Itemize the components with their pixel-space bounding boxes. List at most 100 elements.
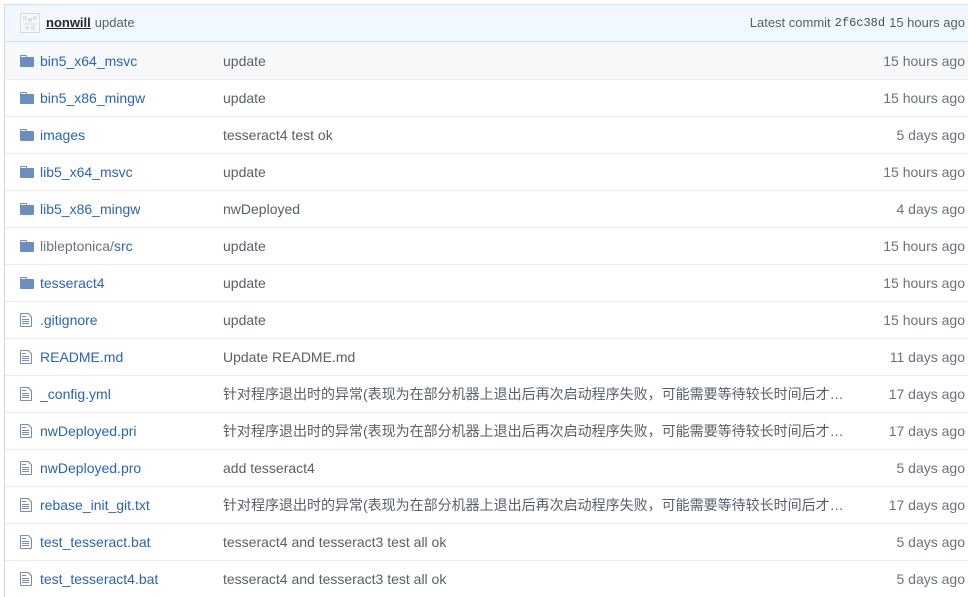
file-name-link[interactable]: _config.yml <box>40 386 111 402</box>
folder-icon <box>20 238 40 254</box>
file-name-link[interactable]: tesseract4 <box>40 275 105 291</box>
commit-message-link[interactable]: update <box>223 238 266 254</box>
file-icon <box>20 571 40 587</box>
file-name-link[interactable]: lib5_x86_mingw <box>40 201 140 217</box>
commit-sha-link[interactable]: 2f6c38d <box>835 14 885 32</box>
author-avatar[interactable] <box>20 13 40 33</box>
name-cell: lib5_x64_msvc <box>40 162 223 182</box>
message-cell: update <box>223 236 845 256</box>
file-row[interactable]: bin5_x86_mingw update 15 hours ago <box>5 79 968 116</box>
file-row[interactable]: rebase_init_git.txt 针对程序退出时的异常(表现为在部分机器上退… <box>5 486 968 523</box>
folder-icon <box>20 201 40 217</box>
commit-age: 15 hours ago <box>883 90 965 106</box>
file-row[interactable]: lib5_x86_mingw nwDeployed 4 days ago <box>5 190 968 227</box>
file-row[interactable]: nwDeployed.pri 针对程序退出时的异常(表现为在部分机器上退出后再次启… <box>5 412 968 449</box>
commit-message-link[interactable]: update <box>223 90 266 106</box>
file-name-link[interactable]: test_tesseract.bat <box>40 534 151 550</box>
file-row[interactable]: README.md Update README.md 11 days ago <box>5 338 968 375</box>
name-cell: images <box>40 125 223 145</box>
commit-message-link[interactable]: nwDeployed <box>223 201 300 217</box>
commit-message-link[interactable]: tesseract4 and tesseract3 test all ok <box>223 534 446 550</box>
file-name-link[interactable]: libleptonica/src <box>40 238 133 254</box>
file-name[interactable]: src <box>114 238 133 254</box>
commit-message-link[interactable]: update <box>223 312 266 328</box>
path-prefix[interactable]: libleptonica/ <box>40 238 114 254</box>
name-cell: nwDeployed.pri <box>40 421 223 441</box>
commit-message-link[interactable]: 针对程序退出时的异常(表现为在部分机器上退出后再次启动程序失败，可能需要等待较长… <box>223 386 844 402</box>
file-icon <box>20 460 40 476</box>
file-row[interactable]: lib5_x64_msvc update 15 hours ago <box>5 153 968 190</box>
message-cell: 针对程序退出时的异常(表现为在部分机器上退出后再次启动程序失败，可能需要等待较长… <box>223 421 845 441</box>
file-name-link[interactable]: rebase_init_git.txt <box>40 497 150 513</box>
file-name-link[interactable]: lib5_x64_msvc <box>40 164 133 180</box>
name-cell: tesseract4 <box>40 273 223 293</box>
commit-message-link[interactable]: update <box>223 53 266 69</box>
message-cell: tesseract4 test ok <box>223 125 845 145</box>
latest-commit-bar: nonwill update Latest commit 2f6c38d 15 … <box>4 4 968 42</box>
file-name-link[interactable]: images <box>40 127 85 143</box>
file-name-link[interactable]: README.md <box>40 349 123 365</box>
name-cell: test_tesseract4.bat <box>40 569 223 589</box>
file-icon <box>20 497 40 513</box>
file-table: bin5_x64_msvc update 15 hours ago bin5_x86_… <box>4 42 968 597</box>
message-cell: nwDeployed <box>223 199 845 219</box>
commit-message-link[interactable]: 针对程序退出时的异常(表现为在部分机器上退出后再次启动程序失败，可能需要等待较长… <box>223 497 844 513</box>
name-cell: bin5_x64_msvc <box>40 51 223 71</box>
folder-icon <box>20 53 40 69</box>
commit-author-link[interactable]: nonwill <box>46 14 91 32</box>
file-name-link[interactable]: .gitignore <box>40 312 98 328</box>
file-row[interactable]: test_tesseract4.bat tesseract4 and tesser… <box>5 560 968 597</box>
file-row[interactable]: nwDeployed.pro add tesseract4 5 days ago <box>5 449 968 486</box>
folder-icon <box>20 90 40 106</box>
message-cell: Update README.md <box>223 347 845 367</box>
avatar-image <box>20 13 40 33</box>
commit-message-link[interactable]: update <box>223 275 266 291</box>
commit-age: 11 days ago <box>889 349 965 365</box>
commit-age: 17 days ago <box>888 497 965 513</box>
file-name-link[interactable]: nwDeployed.pri <box>40 423 137 439</box>
folder-icon <box>20 275 40 291</box>
message-cell: update <box>223 51 845 71</box>
latest-commit-age: 15 hours ago <box>889 15 965 30</box>
file-name-link[interactable]: test_tesseract4.bat <box>40 571 158 587</box>
name-cell: _config.yml <box>40 384 223 404</box>
latest-commit-message-link[interactable]: update <box>95 14 135 32</box>
commit-age: 5 days ago <box>896 460 966 476</box>
commit-message-link[interactable]: add tesseract4 <box>223 460 315 476</box>
commit-age: 4 days ago <box>896 201 966 217</box>
commit-age: 5 days ago <box>896 127 966 143</box>
commit-age: 17 days ago <box>888 386 965 402</box>
latest-commit-label: Latest commit <box>749 15 831 30</box>
file-row[interactable]: images tesseract4 test ok 5 days ago <box>5 116 968 153</box>
commit-age: 15 hours ago <box>883 52 965 69</box>
file-row[interactable]: test_tesseract.bat tesseract4 and tessera… <box>5 523 968 560</box>
file-icon <box>20 349 40 365</box>
name-cell: libleptonica/src <box>40 236 223 256</box>
file-row[interactable]: libleptonica/src update 15 hours ago <box>5 227 968 264</box>
file-name-link[interactable]: bin5_x64_msvc <box>40 53 137 69</box>
name-cell: README.md <box>40 347 223 367</box>
commit-message-link[interactable]: Update README.md <box>223 349 355 365</box>
commit-age: 5 days ago <box>896 571 966 587</box>
message-cell: tesseract4 and tesseract3 test all ok <box>223 532 845 552</box>
file-row[interactable]: bin5_x64_msvc update 15 hours ago <box>5 42 968 79</box>
file-name-link[interactable]: bin5_x86_mingw <box>40 90 145 106</box>
name-cell: bin5_x86_mingw <box>40 88 223 108</box>
file-icon <box>20 534 40 550</box>
commit-age: 15 hours ago <box>883 164 965 180</box>
message-cell: update <box>223 273 845 293</box>
file-icon <box>20 312 40 328</box>
commit-message-link[interactable]: 针对程序退出时的异常(表现为在部分机器上退出后再次启动程序失败，可能需要等待较长… <box>223 423 844 439</box>
file-row[interactable]: .gitignore update 15 hours ago <box>5 301 968 338</box>
file-row[interactable]: _config.yml 针对程序退出时的异常(表现为在部分机器上退出后再次启动程序… <box>5 375 968 412</box>
commit-age: 17 days ago <box>888 423 965 439</box>
name-cell: nwDeployed.pro <box>40 458 223 478</box>
name-cell: test_tesseract.bat <box>40 532 223 552</box>
commit-message-link[interactable]: update <box>223 164 266 180</box>
commit-age: 15 hours ago <box>883 312 965 328</box>
commit-message-link[interactable]: tesseract4 and tesseract3 test all ok <box>223 571 446 587</box>
file-name-link[interactable]: nwDeployed.pro <box>40 460 141 476</box>
folder-icon <box>20 127 40 143</box>
commit-message-link[interactable]: tesseract4 test ok <box>223 127 333 143</box>
file-row[interactable]: tesseract4 update 15 hours ago <box>5 264 968 301</box>
